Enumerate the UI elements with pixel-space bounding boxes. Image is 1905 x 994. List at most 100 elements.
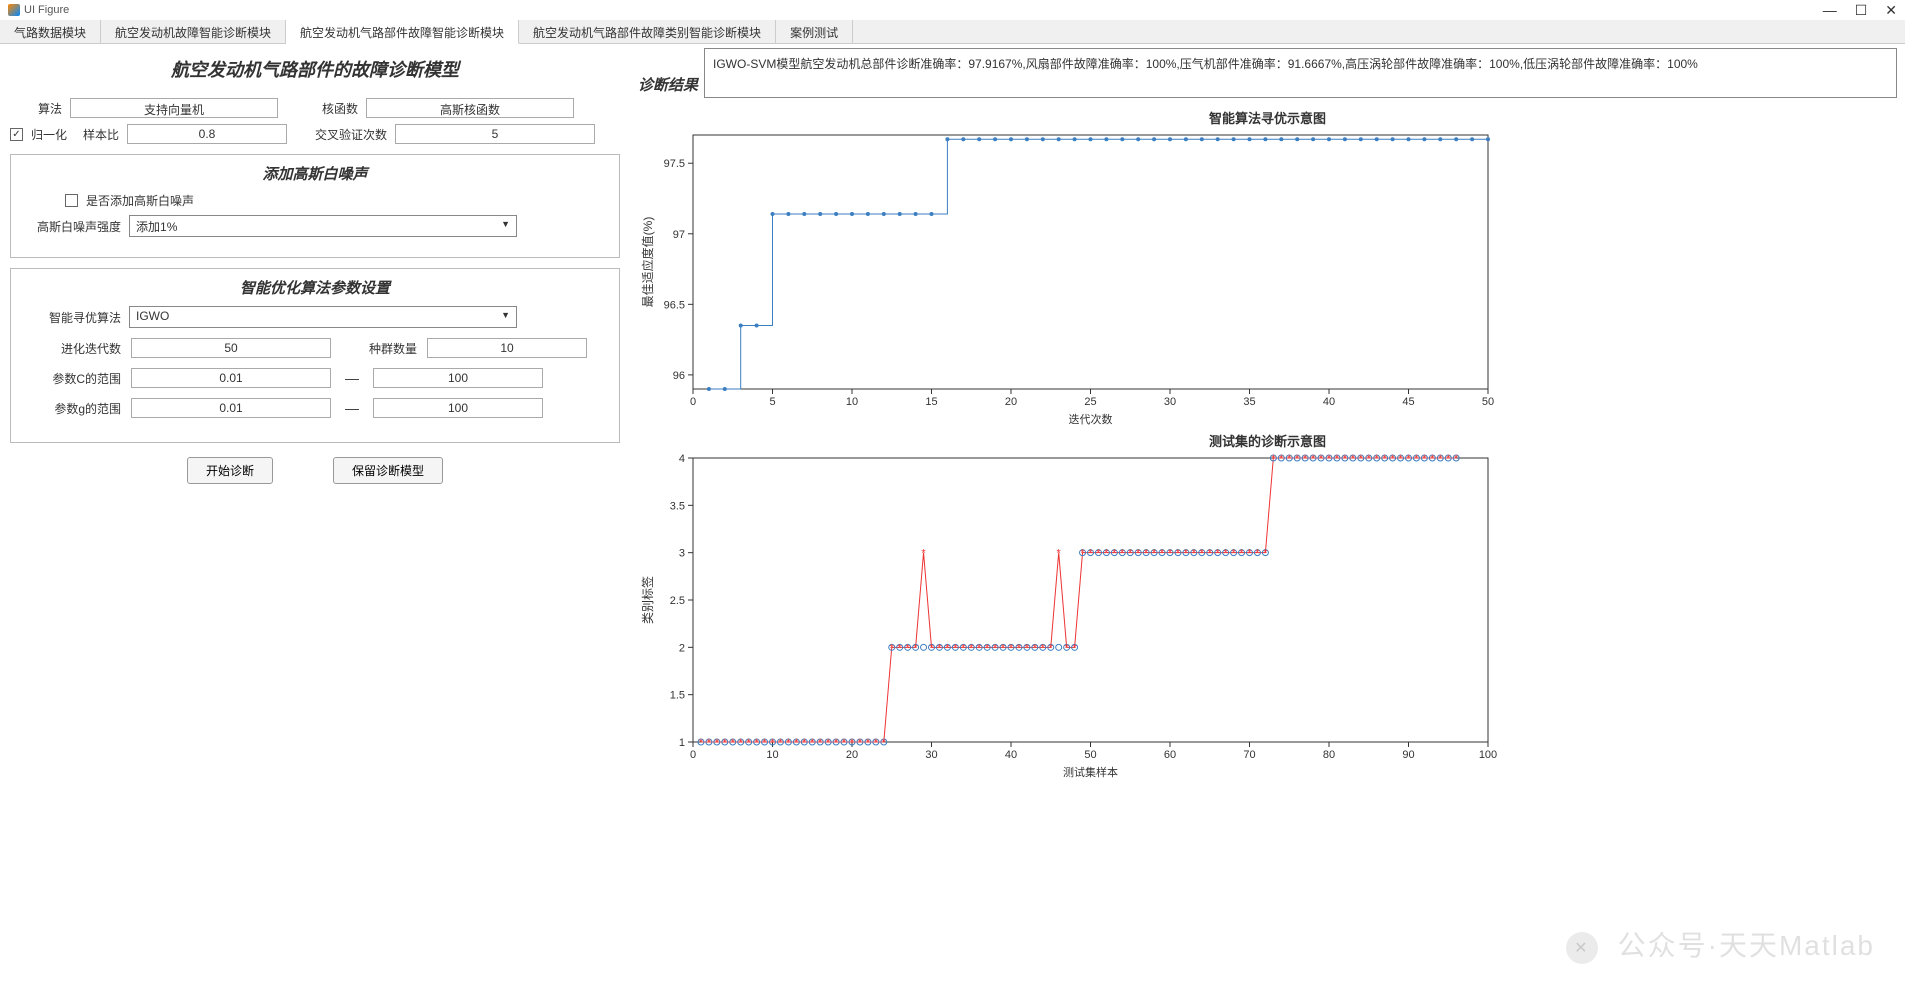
maximize-icon[interactable]: ☐ (1855, 2, 1868, 19)
add-noise-checkbox[interactable] (65, 194, 78, 207)
pop-label: 种群数量 (357, 340, 417, 357)
svg-text:*: * (1303, 453, 1308, 465)
svg-text:*: * (1446, 453, 1451, 465)
svg-text:*: * (747, 737, 752, 749)
svg-text:*: * (953, 642, 958, 654)
cv-label: 交叉验证次数 (309, 126, 387, 143)
sample-ratio-field[interactable]: 0.8 (127, 124, 287, 144)
svg-text:*: * (1136, 548, 1141, 560)
svg-text:*: * (778, 737, 783, 749)
svg-text:*: * (826, 737, 831, 749)
close-icon[interactable]: ✕ (1885, 2, 1897, 19)
svg-text:*: * (1080, 548, 1085, 560)
kernel-field[interactable]: 高斯核函数 (366, 98, 574, 118)
c-max-field[interactable]: 100 (373, 368, 543, 388)
svg-text:*: * (882, 737, 887, 749)
svg-text:*: * (890, 642, 895, 654)
svg-text:97.5: 97.5 (664, 158, 685, 170)
svg-text:*: * (929, 642, 934, 654)
app-icon (8, 4, 20, 16)
svg-text:15: 15 (925, 396, 937, 408)
svg-text:*: * (1287, 453, 1292, 465)
normalize-label: 归一化 (31, 126, 71, 143)
svg-text:*: * (1255, 548, 1260, 560)
result-text: IGWO-SVM模型航空发动机总部件诊断准确率：97.9167%,风扇部件故障准… (704, 48, 1897, 98)
svg-text:最佳适应度值(%): 最佳适应度值(%) (640, 217, 655, 308)
svg-text:40: 40 (1323, 396, 1335, 408)
g-min-field[interactable]: 0.01 (131, 398, 331, 418)
svg-text:*: * (1375, 453, 1380, 465)
svg-text:*: * (874, 737, 879, 749)
svg-text:*: * (1359, 453, 1364, 465)
svg-text:30: 30 (925, 749, 937, 761)
range-sep-2: — (341, 400, 363, 416)
svg-text:*: * (1343, 453, 1348, 465)
noise-group: 添加高斯白噪声 是否添加高斯白噪声 高斯白噪声强度 添加1% (10, 154, 620, 258)
tab-data[interactable]: 气路数据模块 (0, 20, 101, 43)
algorithm-label: 算法 (10, 100, 62, 117)
left-panel: 航空发动机气路部件的故障诊断模型 算法 支持向量机 核函数 高斯核函数 ✓ 归一… (0, 44, 630, 994)
svg-text:4: 4 (679, 453, 685, 465)
c-min-field[interactable]: 0.01 (131, 368, 331, 388)
svg-text:*: * (1279, 453, 1284, 465)
iter-field[interactable]: 50 (131, 338, 331, 358)
svg-text:*: * (1072, 642, 1077, 654)
svg-text:*: * (1351, 453, 1356, 465)
tab-engine-fault[interactable]: 航空发动机故障智能诊断模块 (101, 20, 286, 43)
tab-case-test[interactable]: 案例测试 (776, 20, 853, 43)
svg-text:*: * (786, 737, 791, 749)
svg-text:*: * (739, 737, 744, 749)
svg-text:*: * (1017, 642, 1022, 654)
svg-text:*: * (858, 737, 863, 749)
fitness-chart: 智能算法寻优示意图 051015202530354045509696.59797… (638, 106, 1897, 429)
svg-text:*: * (1144, 548, 1149, 560)
opt-group-title: 智能优化算法参数设置 (37, 277, 593, 298)
svg-text:*: * (1128, 548, 1133, 560)
algorithm-field[interactable]: 支持向量机 (70, 98, 278, 118)
svg-text:*: * (1430, 453, 1435, 465)
svg-text:*: * (977, 642, 982, 654)
svg-text:5: 5 (769, 396, 775, 408)
svg-text:*: * (969, 642, 974, 654)
c-range-label: 参数C的范围 (37, 370, 121, 387)
svg-text:0: 0 (690, 396, 696, 408)
svg-text:*: * (1192, 548, 1197, 560)
window-title: UI Figure (24, 4, 69, 16)
svg-text:*: * (1152, 548, 1157, 560)
svg-text:96: 96 (673, 370, 685, 382)
normalize-checkbox[interactable]: ✓ (10, 128, 23, 141)
opt-algo-select[interactable]: IGWO (129, 306, 517, 328)
svg-text:*: * (866, 737, 871, 749)
svg-text:2.5: 2.5 (670, 595, 685, 607)
pop-field[interactable]: 10 (427, 338, 587, 358)
tab-gaspath-fault[interactable]: 航空发动机气路部件故障智能诊断模块 (286, 20, 519, 44)
noise-intensity-label: 高斯白噪声强度 (37, 218, 121, 235)
noise-intensity-select[interactable]: 添加1% (129, 215, 517, 237)
svg-text:*: * (1065, 642, 1070, 654)
svg-text:97: 97 (673, 229, 685, 241)
minimize-icon[interactable]: — (1823, 2, 1837, 19)
svg-text:*: * (1263, 548, 1268, 560)
svg-text:10: 10 (846, 396, 858, 408)
svg-text:*: * (1057, 548, 1062, 560)
cv-field[interactable]: 5 (395, 124, 595, 144)
svg-text:*: * (1414, 453, 1419, 465)
svg-text:*: * (1335, 453, 1340, 465)
svg-text:*: * (810, 737, 815, 749)
svg-text:*: * (1239, 548, 1244, 560)
svg-text:*: * (1176, 548, 1181, 560)
svg-text:*: * (993, 642, 998, 654)
svg-text:*: * (1049, 642, 1054, 654)
g-max-field[interactable]: 100 (373, 398, 543, 418)
svg-text:90: 90 (1402, 749, 1414, 761)
svg-text:100: 100 (1479, 749, 1497, 761)
kernel-label: 核函数 (306, 100, 358, 117)
result-label: 诊断结果 (638, 74, 698, 95)
tab-gaspath-category[interactable]: 航空发动机气路部件故障类别智能诊断模块 (519, 20, 776, 43)
start-button[interactable]: 开始诊断 (187, 457, 273, 484)
svg-text:*: * (945, 642, 950, 654)
save-model-button[interactable]: 保留诊断模型 (333, 457, 443, 484)
svg-text:*: * (1383, 453, 1388, 465)
svg-text:类别标签: 类别标签 (640, 576, 655, 624)
svg-text:45: 45 (1402, 396, 1414, 408)
